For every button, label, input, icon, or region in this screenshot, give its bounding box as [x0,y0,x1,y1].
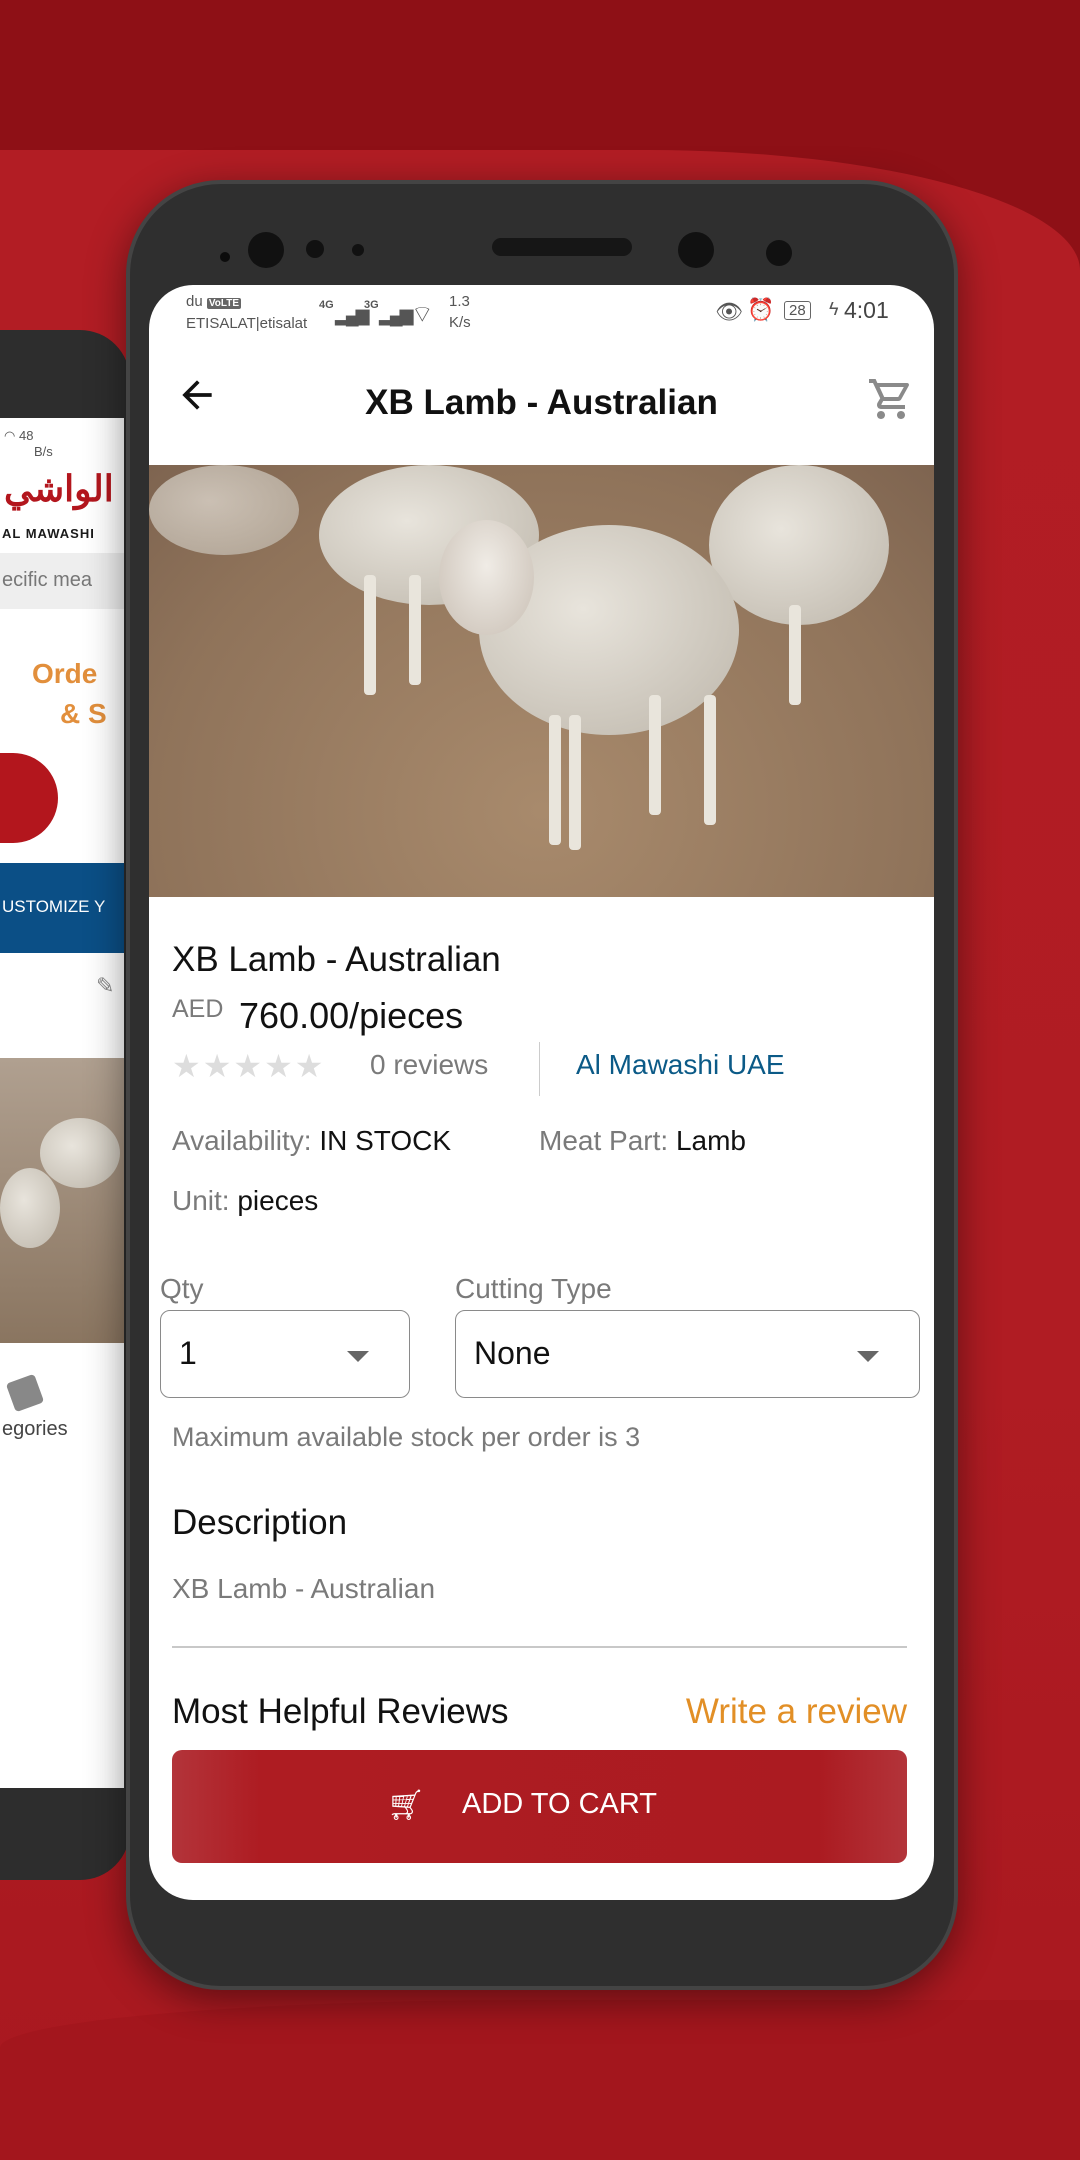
qty-dropdown[interactable]: 1 [160,1310,410,1398]
promo-text-2: & S [60,698,107,729]
divider [172,1646,907,1648]
logo-text: AL MAWASHI [2,526,95,541]
customize-label: USTOMIZE Y [2,897,106,916]
battery-level: 28 [784,301,811,320]
rating-stars: ★★★★★ [172,1048,326,1084]
carrier: du [186,293,203,310]
search-input[interactable]: ecific mea [0,553,124,609]
network-4g: 4G [319,299,334,311]
write-review-link[interactable]: Write a review [686,1692,907,1732]
reviews-heading: Most Helpful Reviews [172,1692,509,1731]
product-name: XB Lamb - Australian [172,940,501,979]
add-to-cart-button[interactable]: 🛒︎ ADD TO CART [172,1750,907,1863]
app-header: XB Lamb - Australian [149,345,934,465]
chevron-down-icon [857,1351,879,1362]
cutting-type-value: None [474,1335,551,1371]
carrier-2: ETISALAT|etisalat [186,315,308,332]
qty-label: Qty [160,1273,204,1304]
unit-label: Unit: [172,1185,230,1216]
availability-value: IN STOCK [319,1125,452,1156]
cart-icon: 🛒︎ [387,1789,426,1822]
price-currency: AED [172,995,224,1023]
divider [539,1042,540,1096]
alarm-icon: ⏰ [747,297,775,322]
eye-comfort-icon: 👁 [715,299,743,324]
promo-button[interactable] [0,753,58,843]
signal-icon: ▂▄▆ [335,305,369,325]
chevron-down-icon [347,1351,369,1362]
promo-text: Orde [32,658,98,689]
product-image [149,465,934,897]
nav-categories[interactable]: egories [2,1418,68,1441]
volte-badge: VoLTE [206,298,242,309]
speed-unit: B/s [34,444,53,459]
stock-note: Maximum available stock per order is 3 [172,1422,641,1452]
meat-part-value: Lamb [675,1125,746,1156]
net-speed-unit: K/s [449,314,471,331]
description-text: XB Lamb - Australian [172,1573,436,1604]
customize-banner[interactable]: USTOMIZE Y [0,863,124,953]
add-to-cart-label: ADD TO CART [462,1788,657,1820]
meat-part-label: Meat Part: [539,1125,669,1156]
availability-label: Availability: [172,1125,312,1156]
signal-icon-2: ▂▄▆ [379,305,413,325]
page-title: XB Lamb - Australian [365,383,718,422]
charging-icon: ϟ [829,299,839,319]
status-bar: du VoLTE ETISALAT|etisalat 4G ▂▄▆ 3G ▂▄▆… [149,285,934,345]
net-speed: 1.3 [449,293,470,310]
cutting-type-dropdown[interactable]: None [455,1310,920,1398]
wifi-icon: ◠ [4,428,19,443]
logo: الواشي [4,468,114,509]
description-heading: Description [172,1503,348,1542]
app-screen: du VoLTE ETISALAT|etisalat 4G ▂▄▆ 3G ▂▄▆… [149,285,934,1900]
back-phone-screen: ◠ 48 B/s الواشي AL MAWASHI ecific mea Ord… [0,418,124,1788]
speed: 48 [18,428,34,443]
product-image [0,1058,124,1343]
categories-icon [5,1373,45,1413]
cutting-type-label: Cutting Type [455,1273,612,1304]
clock: 4:01 [844,297,889,323]
network-3g: 3G [364,299,379,311]
cart-icon[interactable] [867,375,917,425]
search-placeholder: ecific mea [2,569,93,591]
seller-link[interactable]: Al Mawashi UAE [576,1049,785,1081]
back-phone: ◠ 48 B/s الواشي AL MAWASHI ecific mea Ord… [0,330,130,1880]
knife-icon: ✎ [96,973,115,998]
review-count[interactable]: 0 reviews [370,1049,488,1081]
qty-value: 1 [179,1335,197,1371]
unit-value: pieces [237,1185,319,1216]
product-price: 760.00/pieces [239,995,464,1036]
wifi-icon: ⌔ [411,301,434,328]
background-wave [0,2000,1080,2160]
